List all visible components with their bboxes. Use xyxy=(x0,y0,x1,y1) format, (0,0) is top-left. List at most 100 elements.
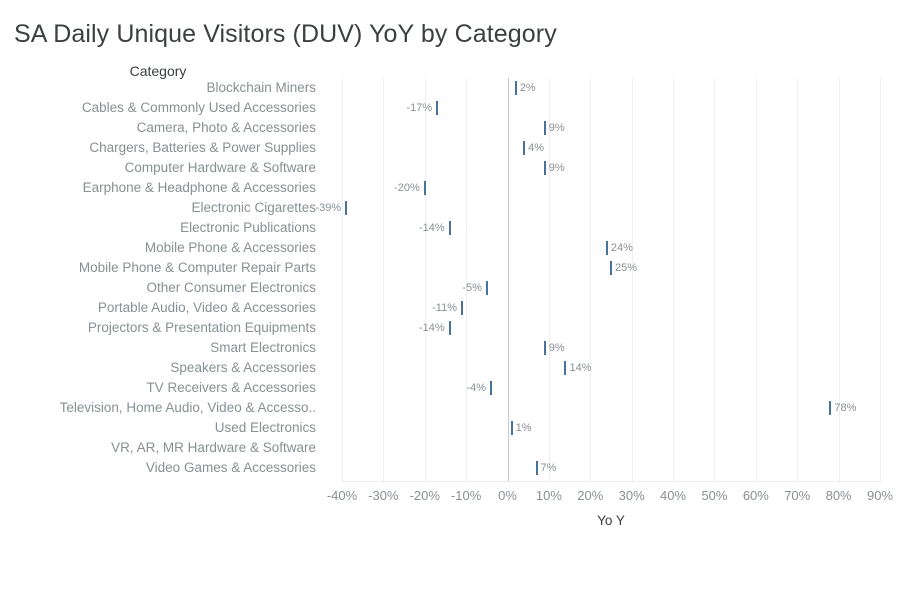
data-row: 25% xyxy=(342,258,880,278)
category-label: Projectors & Presentation Equipments xyxy=(87,320,316,335)
x-tick-label: -20% xyxy=(409,488,440,503)
category-label: Computer Hardware & Software xyxy=(124,160,316,175)
data-marker[interactable] xyxy=(543,161,546,175)
data-marker[interactable] xyxy=(489,381,492,395)
data-marker[interactable] xyxy=(543,341,546,355)
data-marker[interactable] xyxy=(514,81,517,95)
data-row: -11% xyxy=(342,298,880,318)
data-marker[interactable] xyxy=(461,301,463,315)
x-tick-label: 80% xyxy=(825,488,852,503)
x-tick-label: 20% xyxy=(577,488,604,503)
x-tick-label: 30% xyxy=(618,488,645,503)
data-row: 7% xyxy=(342,458,880,478)
category-label: TV Receivers & Accessories xyxy=(146,380,316,395)
category-label: Chargers, Batteries & Power Supplies xyxy=(89,140,316,155)
data-value-label: 24% xyxy=(610,242,633,254)
data-value-label: 9% xyxy=(548,342,565,354)
category-label: Video Games & Accessories xyxy=(145,460,316,475)
category-label: Camera, Photo & Accessories xyxy=(136,120,316,135)
category-label: Television, Home Audio, Video & Accesso.… xyxy=(59,400,316,415)
data-marker[interactable] xyxy=(448,221,451,235)
x-tick-label: 40% xyxy=(660,488,687,503)
x-axis-title: Yo Y xyxy=(597,513,625,528)
data-marker[interactable] xyxy=(510,421,513,435)
category-label: Other Consumer Electronics xyxy=(146,280,316,295)
x-tick-label: 70% xyxy=(784,488,811,503)
data-value-label: -14% xyxy=(418,222,445,234)
data-row: 2% xyxy=(342,78,880,98)
data-value-label: 1% xyxy=(515,422,532,434)
data-marker[interactable] xyxy=(543,121,546,135)
data-row: 1% xyxy=(342,418,880,438)
data-marker[interactable] xyxy=(448,321,451,335)
category-label: Smart Electronics xyxy=(210,340,316,355)
category-label: Electronic Cigarettes xyxy=(191,200,316,215)
x-tick-label: 90% xyxy=(866,488,894,503)
data-value-label: -14% xyxy=(418,322,445,334)
x-tick-label: -30% xyxy=(368,488,399,503)
data-row: -39% xyxy=(315,198,880,218)
data-marker[interactable] xyxy=(485,281,488,295)
data-value-label: -11% xyxy=(432,302,458,314)
x-tick-label: -40% xyxy=(326,488,358,503)
category-label: Portable Audio, Video & Accessories xyxy=(97,300,316,315)
data-marker[interactable] xyxy=(436,101,439,115)
data-row: 4% xyxy=(342,138,880,158)
data-value-label: -17% xyxy=(406,102,433,114)
data-row: 24% xyxy=(342,238,880,258)
data-value-label: 14% xyxy=(569,362,592,374)
category-label: Used Electronics xyxy=(214,420,316,435)
category-axis-labels: Blockchain Miners Cables & Commonly Used … xyxy=(0,78,316,482)
category-label: Cables & Commonly Used Accessories xyxy=(81,100,316,115)
plot-area: 2% -17% 9% 4% 9% -20% -39% -14% 24% 25% -5% -11% -14… xyxy=(315,78,881,482)
category-label: Speakers & Accessories xyxy=(170,360,316,375)
data-row: -4% xyxy=(342,378,880,398)
category-label: Mobile Phone & Computer Repair Parts xyxy=(78,260,316,275)
data-marker[interactable] xyxy=(523,141,526,155)
data-value-label: -5% xyxy=(462,282,482,294)
data-marker[interactable] xyxy=(345,201,348,215)
x-tick-label: -10% xyxy=(450,488,482,503)
x-tick-label: 0% xyxy=(498,488,517,503)
data-marker[interactable] xyxy=(610,261,612,275)
data-marker[interactable] xyxy=(829,401,832,415)
data-marker[interactable] xyxy=(605,241,608,255)
data-value-label: -20% xyxy=(394,182,420,194)
data-marker[interactable] xyxy=(535,461,538,475)
data-row: -20% xyxy=(342,178,880,198)
x-tick-label: 60% xyxy=(742,488,769,503)
data-row: -17% xyxy=(342,98,880,118)
data-marker[interactable] xyxy=(564,361,567,375)
data-row: -5% xyxy=(342,278,880,298)
data-row: 9% xyxy=(342,338,880,358)
data-row: 14% xyxy=(342,358,880,378)
data-row: -14% xyxy=(342,218,880,238)
data-value-label: 2% xyxy=(519,82,536,94)
x-tick-label: 10% xyxy=(535,488,562,503)
category-label: Earphone & Headphone & Accessories xyxy=(82,180,316,195)
x-axis-tick-labels: -40% -30% -20% -10% 0% 10% 20% 30% 40% 50% 60% 70% 8… xyxy=(327,487,893,505)
x-axis-line xyxy=(342,481,880,482)
data-value-label: 9% xyxy=(548,122,565,134)
data-row: -14% xyxy=(342,318,880,338)
data-marker[interactable] xyxy=(423,181,426,195)
data-value-label: 4% xyxy=(528,142,544,154)
data-row xyxy=(342,438,880,458)
data-row: 78% xyxy=(342,398,880,418)
category-label: Blockchain Miners xyxy=(206,80,316,95)
data-row: 9% xyxy=(342,158,880,178)
chart-title: SA Daily Unique Visitors (DUV) YoY by Ca… xyxy=(14,20,557,48)
data-value-label: 9% xyxy=(548,162,565,174)
data-value-label: -39% xyxy=(315,202,342,214)
x-tick-label: 50% xyxy=(701,488,728,503)
gridline xyxy=(880,78,881,482)
chart-container: SA Daily Unique Visitors (DUV) YoY by Ca… xyxy=(0,0,900,600)
category-label: Electronic Publications xyxy=(180,220,316,235)
data-value-label: -4% xyxy=(466,382,486,394)
category-label: VR, AR, MR Hardware & Software xyxy=(111,440,316,455)
data-value-label: 25% xyxy=(615,262,638,274)
data-value-label: 7% xyxy=(540,462,557,474)
data-value-label: 78% xyxy=(834,402,857,414)
category-label: Mobile Phone & Accessories xyxy=(144,240,316,255)
data-row: 9% xyxy=(342,118,880,138)
